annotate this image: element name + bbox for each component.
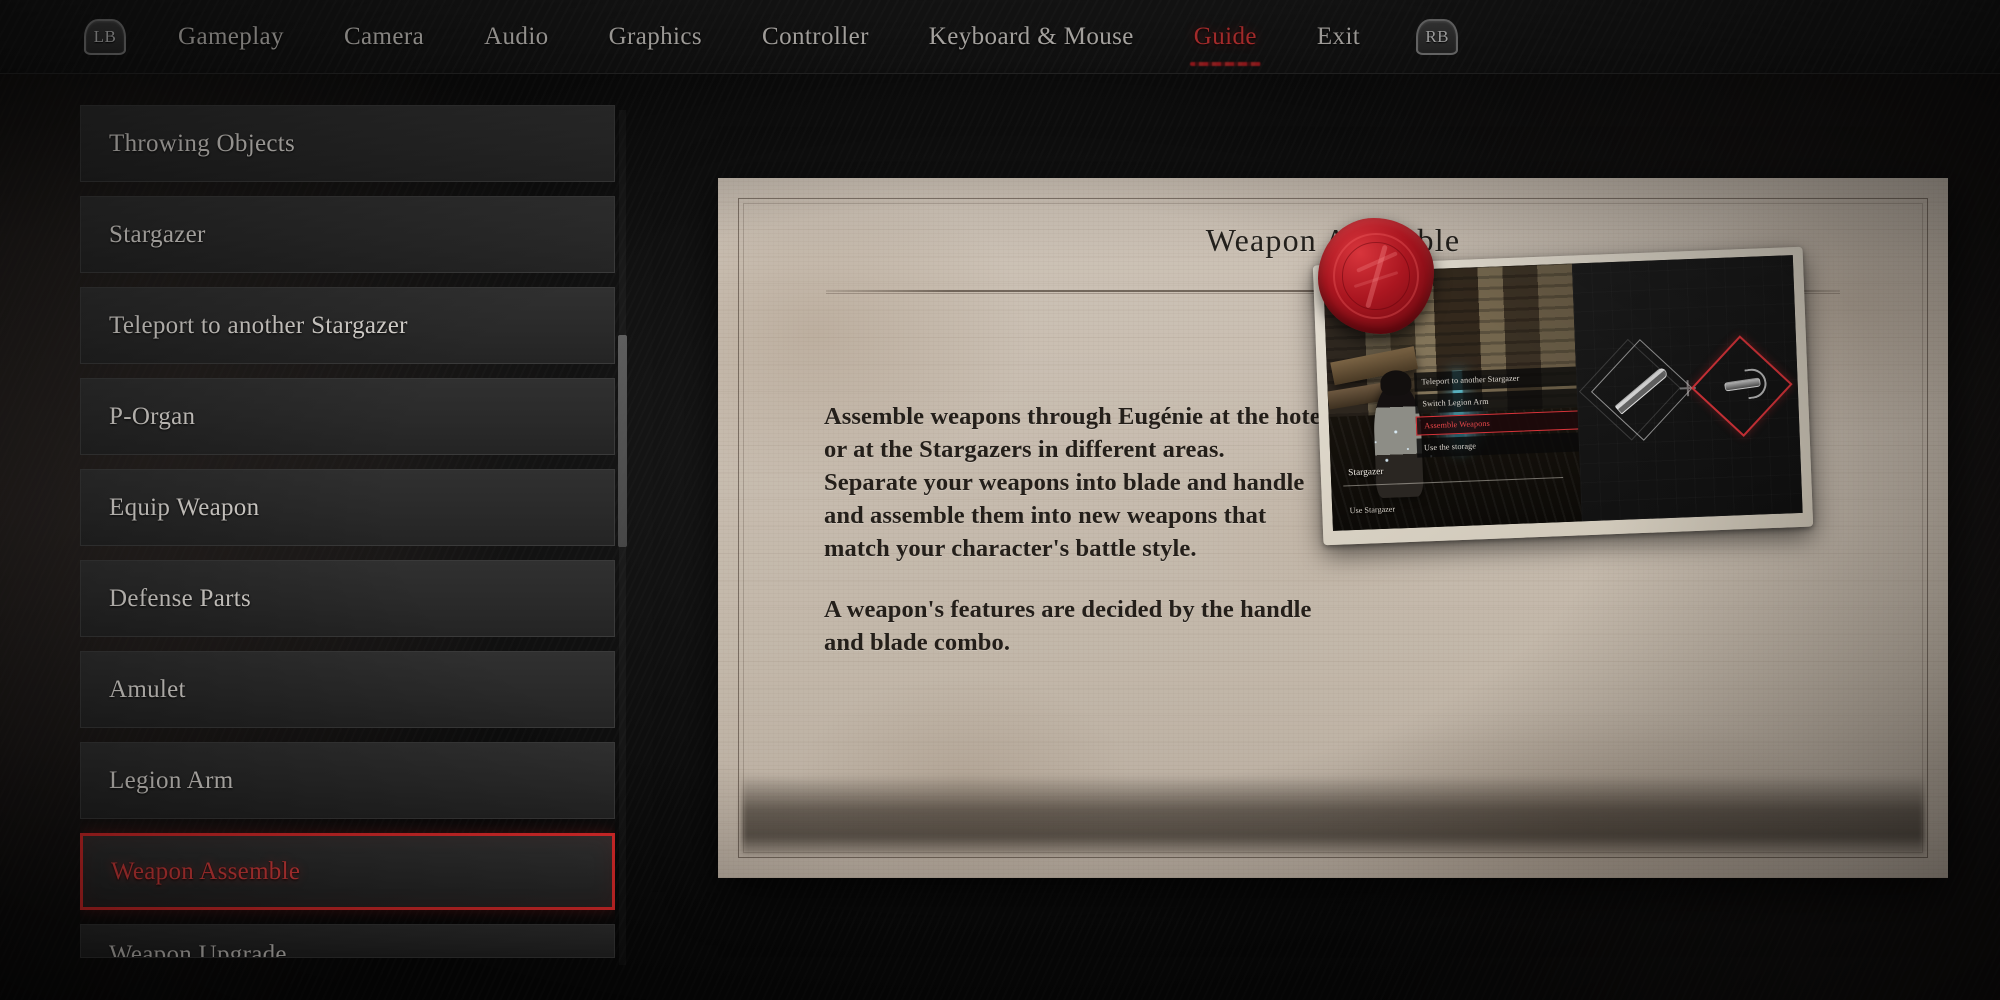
right-bumper-label: RB — [1425, 27, 1449, 47]
sidebar-item-label: Legion Arm — [109, 767, 234, 795]
nav-item-gameplay[interactable]: Gameplay — [148, 23, 314, 51]
context-menu-item: Use the storage — [1417, 433, 1582, 458]
wax-seal-icon — [1318, 218, 1434, 334]
nav-item-label: Graphics — [609, 23, 702, 50]
sidebar-item-legion-arm[interactable]: Legion Arm — [80, 742, 615, 819]
blade-glyph — [1614, 366, 1668, 414]
nav-active-underline — [1190, 62, 1261, 66]
sidebar-item-amulet[interactable]: Amulet — [80, 651, 615, 728]
sidebar-item-teleport-to-another-stargazer[interactable]: Teleport to another Stargazer — [80, 287, 615, 364]
top-navigation-bar: LB Gameplay Camera Audio Graphics Controller… — [0, 0, 2000, 74]
nav-item-camera[interactable]: Camera — [314, 23, 454, 51]
context-menu-label: Assemble Weapons — [1424, 419, 1490, 431]
guide-topic-list[interactable]: Throwing Objects Stargazer Teleport to ano… — [80, 105, 615, 965]
nav-item-keyboard-mouse[interactable]: Keyboard & Mouse — [899, 23, 1164, 51]
nav-item-label: Audio — [484, 23, 549, 50]
weapon-assemble-ui-capture — [1572, 255, 1803, 521]
blade-icon — [1605, 354, 1678, 427]
sidebar-item-label: Amulet — [109, 676, 186, 704]
nav-item-label: Controller — [762, 23, 869, 50]
stargazer-title: Stargazer — [1348, 467, 1384, 478]
sidebar-item-label: Equip Weapon — [109, 494, 259, 522]
panel-scorch-shadow — [742, 774, 1924, 854]
sidebar-item-label: Defense Parts — [109, 585, 251, 613]
handle-glyph — [1717, 366, 1767, 406]
sidebar-item-label: Weapon Assemble — [111, 858, 300, 886]
left-bumper-label: LB — [94, 27, 117, 47]
sidebar-item-label: Stargazer — [109, 221, 206, 249]
left-bumper-icon[interactable]: LB — [84, 19, 126, 55]
nav-item-label: Gameplay — [178, 23, 284, 50]
stargazer-action-label: Use Stargazer — [1349, 504, 1395, 515]
context-menu-label: Switch Legion Arm — [1422, 397, 1489, 409]
context-menu-item: Switch Legion Arm — [1415, 389, 1580, 414]
context-menu-label: Teleport to another Stargazer — [1421, 374, 1519, 387]
stargazer-context-menu: Teleport to another Stargazer Switch Legi… — [1414, 367, 1582, 461]
nav-item-label: Keyboard & Mouse — [929, 23, 1134, 50]
context-menu-label: Use the storage — [1424, 442, 1476, 453]
sidebar-item-weapon-upgrade[interactable]: Weapon Upgrade — [80, 924, 615, 958]
sidebar-item-label: P-Organ — [109, 403, 195, 431]
nav-item-label: Camera — [344, 23, 424, 50]
sidebar-item-p-organ[interactable]: P-Organ — [80, 378, 615, 455]
sidebar-item-throwing-objects[interactable]: Throwing Objects — [80, 105, 615, 182]
sidebar-item-defense-parts[interactable]: Defense Parts — [80, 560, 615, 637]
spark-particle — [1394, 430, 1397, 433]
nav-item-label: Exit — [1317, 23, 1360, 50]
nav-item-controller[interactable]: Controller — [732, 23, 899, 51]
nav-item-label: Guide — [1194, 23, 1257, 50]
context-menu-item: Assemble Weapons — [1416, 411, 1581, 436]
panel-body-text: Assemble weapons through Eugénie at the … — [824, 400, 1334, 659]
nav-item-guide[interactable]: Guide — [1164, 23, 1287, 51]
sidebar-scrollbar-thumb[interactable] — [618, 335, 627, 547]
nav-item-graphics[interactable]: Graphics — [579, 23, 732, 51]
sidebar-item-label: Teleport to another Stargazer — [109, 312, 408, 340]
nav-item-exit[interactable]: Exit — [1287, 23, 1390, 51]
right-bumper-icon[interactable]: RB — [1416, 19, 1458, 55]
body-paragraph: Assemble weapons through Eugénie at the … — [824, 400, 1334, 565]
sidebar-item-weapon-assemble[interactable]: Weapon Assemble — [80, 833, 615, 910]
sidebar-item-equip-weapon[interactable]: Equip Weapon — [80, 469, 615, 546]
handle-icon — [1707, 351, 1778, 422]
sidebar-item-label: Throwing Objects — [109, 130, 295, 158]
sidebar-item-stargazer[interactable]: Stargazer — [80, 196, 615, 273]
sidebar-item-label: Weapon Upgrade — [109, 941, 287, 958]
body-paragraph: A weapon's features are decided by the h… — [824, 593, 1334, 659]
nav-item-audio[interactable]: Audio — [454, 23, 579, 51]
